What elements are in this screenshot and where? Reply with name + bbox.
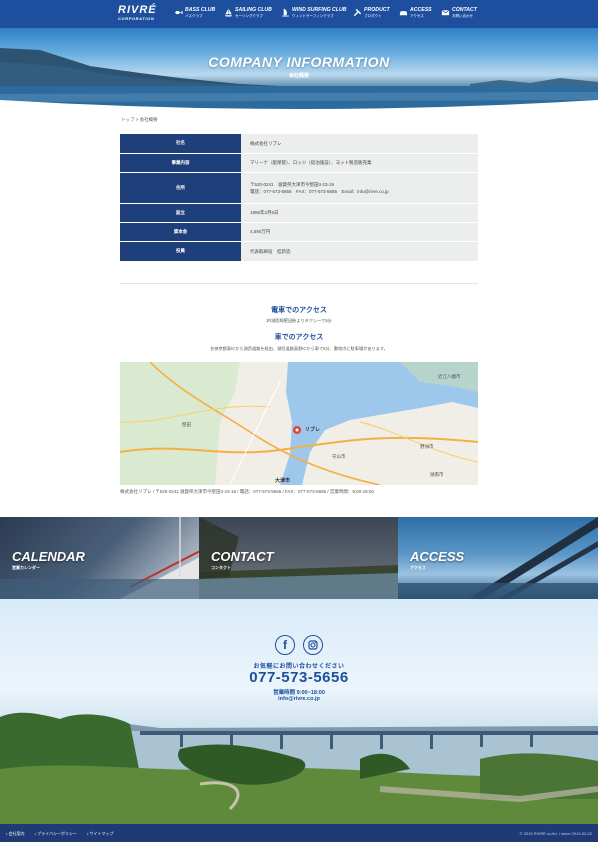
table-row: 資本金 4,590万円 — [120, 222, 478, 242]
row-label: 資本金 — [120, 222, 241, 242]
table-row: 役員 代表取締役 桂新造 — [120, 241, 478, 262]
map-marker-label: リブレ — [305, 427, 321, 433]
breadcrumb: トップ > 会社概要 — [121, 117, 158, 122]
global-nav: RIVRÉ CORPORATION BASS CLUB バスクラブ SAILING… — [0, 0, 598, 28]
sailboat-icon — [224, 8, 233, 17]
breadcrumb-home-link[interactable]: トップ — [121, 117, 135, 122]
calendar-banner[interactable]: CALENDAR 営業カレンダー — [0, 517, 200, 599]
row-value: 〒520-0241 滋賀県大津市今堅田3-23-19 電話：077-573-565… — [241, 172, 478, 204]
footer-link-company[interactable]: • 会社案内 — [6, 831, 25, 837]
email-link[interactable]: info@rivre.co.jp — [0, 696, 598, 702]
access-banner[interactable]: ACCESS アクセス — [398, 517, 598, 599]
nav-item-contact[interactable]: CONTACT お問い合わせ — [441, 7, 477, 18]
mail-icon — [441, 8, 450, 17]
car-access-title: 車でのアクセス — [274, 334, 324, 341]
footer-contact-section: f お気軽にお問い合わせください 077-573-5656 営業時間 9:00~… — [0, 599, 598, 824]
train-access-title: 電車でのアクセス — [271, 307, 327, 314]
site-logo[interactable]: RIVRÉ CORPORATION — [118, 4, 157, 22]
hero-banner: COMPANY INFORMATION 会社概要 — [0, 28, 598, 113]
footer-link-sitemap[interactable]: • サイトマップ — [87, 831, 114, 837]
row-value: 代表取締役 桂新造 — [241, 241, 478, 262]
map-label-omihachiman: 近江八幡市 — [438, 374, 461, 379]
calendar-banner-subtitle: 営業カレンダー — [12, 565, 40, 570]
train-access-text: JR湖西線堅田駅よりタクシーで5分 — [266, 318, 332, 323]
lake-landscape-image — [0, 48, 598, 113]
map-label-konan: 湖南市 — [430, 472, 444, 477]
fish-icon — [174, 8, 183, 17]
lake-bridge-photo — [0, 712, 598, 824]
nav-item-wind-surfing-club[interactable]: WIND SURFING CLUB ウィンドサーフィンクラブ — [281, 7, 346, 18]
row-label: 住所 — [120, 172, 241, 204]
windsurf-icon — [281, 8, 290, 17]
instagram-icon-button[interactable] — [303, 635, 323, 655]
row-value: 4,590万円 — [241, 222, 478, 242]
map-label-yasu: 野洲市 — [420, 444, 434, 449]
table-row: 住所 〒520-0241 滋賀県大津市今堅田3-23-19 電話：077-573-5… — [120, 172, 478, 204]
table-row: 事業内容 マリーナ（艇保管）、ロッジ（宿泊施設）、ヨット製造販売業 — [120, 153, 478, 173]
row-value: 1986年2月6日 — [241, 203, 478, 223]
car-access-text: 名神京都東ICから湖西道路を経由、湖西道路真野ICから車で5分、敷地内に駐車場が… — [210, 346, 388, 351]
map-graphic — [120, 362, 478, 485]
business-hours: 営業時間 9:00~18:00 — [273, 690, 325, 696]
company-address-line: 株式会社リブレ / 〒520-0241 滋賀県大津市今堅田3-23-19 / 電… — [120, 489, 374, 494]
table-row: 設立 1986年2月6日 — [120, 203, 478, 223]
nav-item-sailing-club[interactable]: SAILING CLUB セーリングクラブ — [224, 7, 272, 18]
map-label-katata: 堅田 — [182, 422, 191, 427]
map-label-moriyama: 守山市 — [332, 454, 346, 459]
car-icon — [399, 8, 408, 17]
contact-banner[interactable]: CONTACT コンタクト — [199, 517, 399, 599]
access-banner-subtitle: アクセス — [410, 565, 426, 570]
company-info-table: 社名 株式会社リブレ 事業内容 マリーナ（艇保管）、ロッジ（宿泊施設）、ヨット製造販… — [120, 134, 478, 262]
nav-item-product[interactable]: PRODUCT プロダクト — [353, 7, 390, 18]
breadcrumb-current: 会社概要 — [139, 117, 158, 122]
row-value: 株式会社リブレ — [241, 134, 478, 154]
nav-item-access[interactable]: ACCESS アクセス — [399, 7, 432, 18]
access-banner-title: ACCESS — [410, 549, 465, 564]
copyright: © 2015 RIVRÉ co.ltd. / since 2013-02-02 — [519, 831, 592, 836]
hero-subtitle: 会社概要 — [288, 73, 309, 79]
facebook-icon-button[interactable]: f — [275, 635, 295, 655]
divider — [120, 283, 478, 284]
map-label-otsu: 大津市 — [275, 478, 291, 484]
tools-icon — [353, 8, 362, 17]
calendar-banner-title: CALENDAR — [12, 549, 85, 564]
row-label: 社名 — [120, 134, 241, 154]
contact-banner-title: CONTACT — [211, 549, 274, 564]
table-row: 社名 株式会社リブレ — [120, 134, 478, 154]
logo-main-text: RIVRÉ — [118, 4, 157, 16]
contact-banner-subtitle: コンタクト — [211, 565, 231, 570]
logo-sub-text: CORPORATION — [118, 16, 155, 21]
hero-title: COMPANY INFORMATION — [208, 54, 390, 70]
footer-link-privacy[interactable]: • プライバシーポリシー — [35, 831, 77, 837]
row-label: 事業内容 — [120, 153, 241, 173]
row-label: 役員 — [120, 241, 241, 262]
footer-bar: • 会社案内 • プライバシーポリシー • サイトマップ © 2015 RIVR… — [0, 824, 598, 842]
phone-number[interactable]: 077-573-5656 — [0, 669, 598, 686]
row-value: マリーナ（艇保管）、ロッジ（宿泊施設）、ヨット製造販売業 — [241, 153, 478, 173]
row-label: 設立 — [120, 203, 241, 223]
nav-item-bass-club[interactable]: BASS CLUB バスクラブ — [174, 7, 215, 18]
access-map[interactable]: リブレ 堅田 守山市 野洲市 近江八幡市 湖南市 大津市 — [120, 362, 478, 485]
instagram-icon — [308, 640, 318, 650]
